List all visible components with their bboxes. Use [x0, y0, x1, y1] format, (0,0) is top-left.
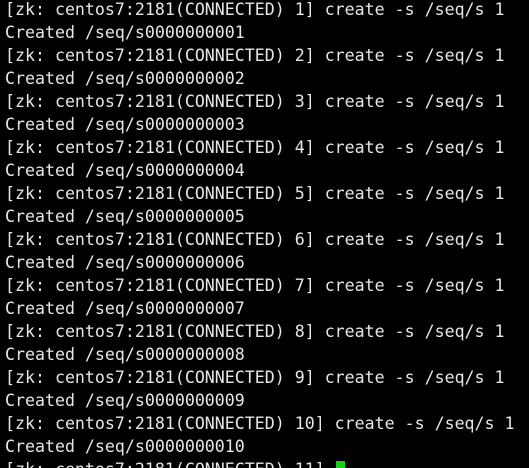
- output-line: Created /seq/s0000000003: [5, 115, 245, 134]
- output-line: Created /seq/s0000000006: [5, 253, 245, 272]
- output-line: Created /seq/s0000000008: [5, 345, 245, 364]
- cursor: [335, 461, 345, 468]
- command-line: [zk: centos7:2181(CONNECTED) 5] create -…: [5, 184, 505, 203]
- command-line: [zk: centos7:2181(CONNECTED) 1] create -…: [5, 0, 505, 19]
- command-line: [zk: centos7:2181(CONNECTED) 7] create -…: [5, 276, 505, 295]
- prompt-text: [zk: centos7:2181(CONNECTED) 11]: [5, 460, 335, 468]
- output-line: Created /seq/s0000000009: [5, 391, 245, 410]
- command-line: [zk: centos7:2181(CONNECTED) 10] create …: [5, 414, 515, 433]
- output-line: Created /seq/s0000000004: [5, 161, 245, 180]
- output-line: Created /seq/s0000000002: [5, 69, 245, 88]
- command-line: [zk: centos7:2181(CONNECTED) 8] create -…: [5, 322, 505, 341]
- command-line: [zk: centos7:2181(CONNECTED) 6] create -…: [5, 230, 505, 249]
- terminal-window[interactable]: [zk: centos7:2181(CONNECTED) 1] create -…: [0, 0, 529, 468]
- output-line: Created /seq/s0000000007: [5, 299, 245, 318]
- command-line: [zk: centos7:2181(CONNECTED) 3] create -…: [5, 92, 505, 111]
- command-line: [zk: centos7:2181(CONNECTED) 9] create -…: [5, 368, 505, 387]
- output-line: Created /seq/s0000000001: [5, 23, 245, 42]
- command-line: [zk: centos7:2181(CONNECTED) 2] create -…: [5, 46, 505, 65]
- prompt-line[interactable]: [zk: centos7:2181(CONNECTED) 11]: [5, 458, 515, 468]
- command-line: [zk: centos7:2181(CONNECTED) 4] create -…: [5, 138, 505, 157]
- output-line: Created /seq/s0000000005: [5, 207, 245, 226]
- terminal-output: [zk: centos7:2181(CONNECTED) 1] create -…: [5, 0, 515, 468]
- output-line: Created /seq/s0000000010: [5, 437, 245, 456]
